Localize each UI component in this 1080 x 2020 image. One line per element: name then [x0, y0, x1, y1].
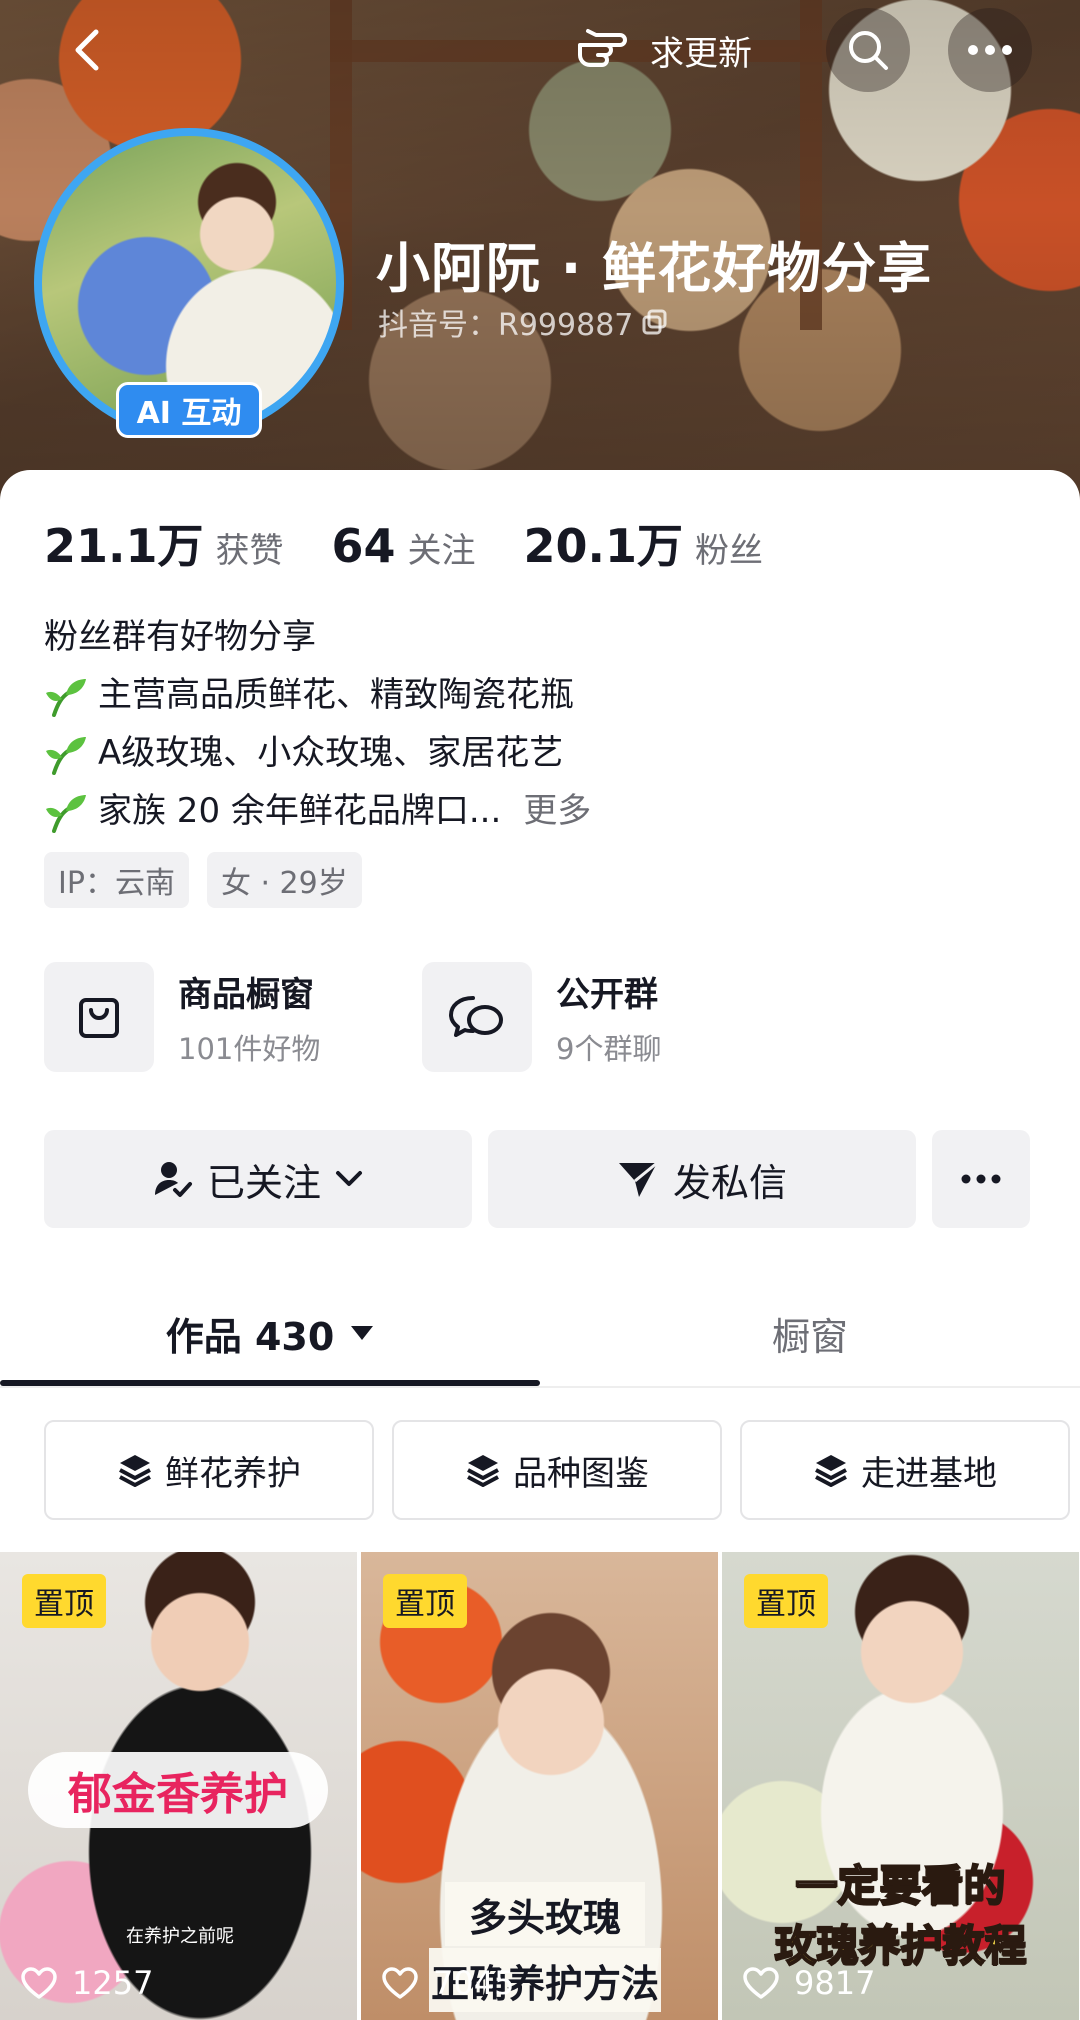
stat-value: 21.1万 [44, 519, 204, 573]
profile-stats: 21.1万 获赞 64 关注 20.1万 粉丝 [44, 510, 811, 576]
collection-chips: 鲜花养护 品种图鉴 走进基地 [44, 1420, 1070, 1520]
more-options-button[interactable] [948, 8, 1032, 92]
user-check-icon [154, 1162, 192, 1197]
shop-window-count: 101件好物 [178, 1031, 321, 1066]
caret-down-icon [351, 1326, 374, 1340]
likes-count: 1257 [72, 1964, 154, 2002]
profile-tags: IP：云南 女 · 29岁 [44, 852, 362, 908]
stat-value: 20.1万 [523, 519, 684, 573]
top-bar: 求更新 [0, 0, 1080, 100]
heart-icon [21, 1967, 57, 1999]
stat-label: 获赞 [215, 531, 284, 571]
chevron-left-icon [75, 29, 99, 71]
shopping-bag-icon [44, 962, 154, 1072]
video-likes: 1257 [20, 1964, 153, 2002]
video-caption: 郁金香养护 [28, 1752, 328, 1828]
followed-button[interactable]: 已关注 [44, 1130, 472, 1228]
collection-label: 走进基地 [861, 1453, 997, 1494]
pinned-tag: 置顶 [22, 1574, 106, 1628]
followed-label: 已关注 [206, 1160, 321, 1205]
bio-text: A级玫瑰、小众玫瑰、家居花艺 [98, 733, 564, 773]
content-tabs: 作品 430 橱窗 [0, 1280, 1080, 1386]
bio-line: 粉丝群有好物分享 [44, 608, 591, 666]
profile-name: 小阿阮 · 鲜花好物分享 [376, 237, 933, 300]
stat-likes[interactable]: 21.1万 获赞 [44, 510, 284, 576]
tab-divider [0, 1386, 1080, 1388]
video-likes: 7045 [381, 1964, 514, 2002]
bio-line: 主营高品质鲜花、精致陶瓷花瓶 [44, 666, 591, 724]
seedling-icon [46, 737, 86, 775]
stat-value: 64 [331, 519, 396, 573]
public-group-title: 公开群 [556, 974, 658, 1015]
heart-icon [382, 1967, 418, 1999]
bio-more-link[interactable]: 更多 [523, 782, 591, 840]
douyin-id-text: 抖音号：R999887 [378, 308, 634, 343]
request-update-button[interactable]: 求更新 [556, 10, 780, 90]
likes-count: 7045 [433, 1964, 515, 2002]
stat-label: 粉丝 [695, 531, 764, 571]
more-dots-icon [968, 45, 1012, 55]
ip-location-tag: IP：云南 [44, 852, 189, 908]
video-thumbnail[interactable]: 置顶 多头玫瑰 正确养护方法 7045 [361, 1552, 718, 2020]
collection-flower-care[interactable]: 鲜花养护 [44, 1420, 374, 1520]
send-icon [618, 1161, 658, 1197]
stat-followers[interactable]: 20.1万 粉丝 [524, 510, 764, 576]
more-actions-button[interactable] [932, 1130, 1030, 1228]
layers-icon [467, 1455, 499, 1487]
collection-label: 鲜花养护 [165, 1453, 301, 1494]
gender-age-tag: 女 · 29岁 [206, 852, 362, 908]
seedling-icon [46, 795, 86, 833]
tab-shop-label: 橱窗 [771, 1314, 848, 1359]
profile-shortcuts: 商品橱窗 101件好物 公开群 9个群聊 [44, 962, 800, 1072]
bio[interactable]: 粉丝群有好物分享 主营高品质鲜花、精致陶瓷花瓶 A级玫瑰、小众玫瑰、家居花艺 家… [44, 608, 591, 840]
bio-line: A级玫瑰、小众玫瑰、家居花艺 [44, 724, 591, 782]
tab-shop-window[interactable]: 橱窗 [540, 1280, 1080, 1386]
send-message-button[interactable]: 发私信 [488, 1130, 916, 1228]
seedling-icon [46, 679, 86, 717]
stat-label: 关注 [407, 531, 476, 571]
likes-count: 9817 [794, 1964, 876, 2002]
video-caption-line-1: 一定要看的 [794, 1860, 1006, 1911]
pinned-tag: 置顶 [744, 1574, 828, 1628]
chevron-down-icon [336, 1171, 362, 1186]
search-button[interactable] [826, 8, 910, 92]
video-grid: 置顶 郁金香养护 在养护之前呢 1257 置顶 多头玫瑰 正确养护方法 7045… [0, 1552, 1080, 2020]
collection-variety-guide[interactable]: 品种图鉴 [392, 1420, 722, 1520]
shop-window-entry[interactable]: 商品橱窗 101件好物 [44, 962, 422, 1072]
public-group-count: 9个群聊 [556, 1031, 662, 1066]
video-caption-line-1: 多头玫瑰 [445, 1882, 645, 1946]
collection-label: 品种图鉴 [513, 1453, 649, 1494]
back-button[interactable] [46, 8, 130, 92]
ai-interaction-badge[interactable]: AI 互动 [116, 382, 262, 438]
public-group-entry[interactable]: 公开群 9个群聊 [422, 962, 800, 1072]
video-subtitle: 在养护之前呢 [126, 1926, 234, 1947]
tab-works-label: 作品 430 [165, 1314, 335, 1359]
chat-group-icon [422, 962, 532, 1072]
shop-window-title: 商品橱窗 [178, 974, 314, 1015]
bio-text: 粉丝群有好物分享 [44, 617, 316, 657]
pointing-hand-icon [578, 29, 627, 67]
tab-works[interactable]: 作品 430 [0, 1280, 540, 1386]
search-icon [849, 31, 888, 70]
bio-text: 家族 20 余年鲜花品牌口... [98, 791, 502, 831]
pinned-tag: 置顶 [383, 1574, 467, 1628]
request-update-label: 求更新 [650, 33, 752, 74]
bio-text: 主营高品质鲜花、精致陶瓷花瓶 [98, 675, 574, 715]
video-thumbnail[interactable]: 置顶 一定要看的 玫瑰养护教程 9817 [722, 1552, 1079, 2020]
avatar[interactable]: AI 互动 [34, 128, 344, 438]
stat-following[interactable]: 64 关注 [332, 519, 476, 573]
profile-actions: 已关注 发私信 [44, 1130, 1030, 1228]
more-dots-icon [961, 1174, 1001, 1184]
layers-icon [119, 1455, 151, 1487]
collection-visit-base[interactable]: 走进基地 [740, 1420, 1070, 1520]
bio-line: 家族 20 余年鲜花品牌口... 更多 [44, 782, 591, 840]
heart-icon [743, 1967, 779, 1999]
layers-icon [815, 1455, 847, 1487]
video-likes: 9817 [742, 1964, 875, 2002]
copy-icon[interactable] [641, 308, 669, 336]
douyin-id[interactable]: 抖音号：R999887 [378, 300, 669, 344]
send-message-label: 发私信 [672, 1160, 787, 1205]
video-thumbnail[interactable]: 置顶 郁金香养护 在养护之前呢 1257 [0, 1552, 357, 2020]
